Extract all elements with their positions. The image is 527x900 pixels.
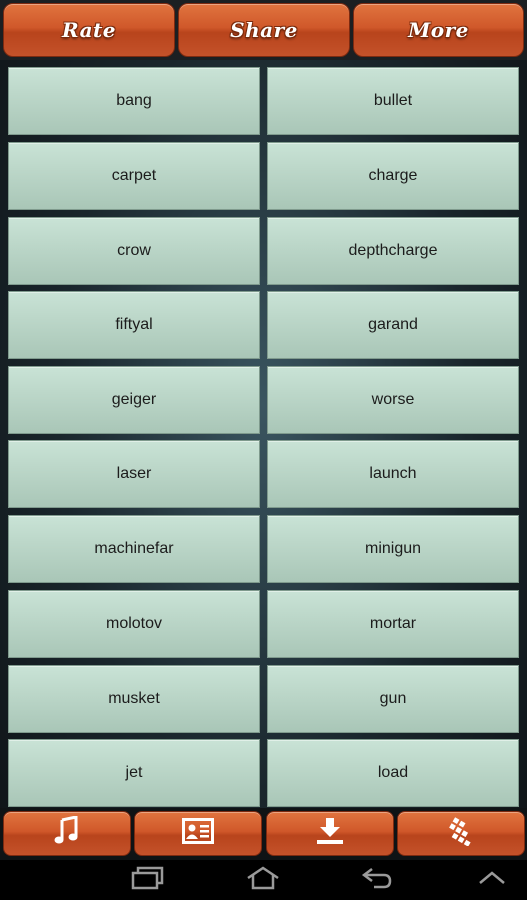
apps-icon [445,816,477,851]
sound-button[interactable]: worse [267,366,519,434]
sound-button[interactable]: gun [267,665,519,733]
sound-button[interactable]: geiger [8,366,260,434]
sound-button[interactable]: mortar [267,590,519,658]
top-toolbar: Rate Share More [0,0,527,60]
sound-button[interactable]: carpet [8,142,260,210]
sound-button[interactable]: load [267,739,519,807]
sound-button[interactable]: laser [8,440,260,508]
back-button[interactable] [347,864,407,896]
contact-button[interactable] [134,811,262,856]
home-button[interactable] [233,864,293,896]
download-button[interactable] [266,811,394,856]
more-button[interactable]: More [353,3,524,57]
menu-up-button[interactable] [462,864,522,896]
home-icon [245,865,281,895]
rate-button[interactable]: Rate [3,3,175,57]
sound-button[interactable]: fiftyal [8,291,260,359]
sound-button[interactable]: bullet [267,67,519,135]
recent-apps-icon [131,866,165,895]
music-note-icon [54,815,80,851]
back-icon [360,866,394,895]
menu-up-icon [477,868,507,893]
recent-apps-button[interactable] [118,864,178,896]
system-navigation-bar [0,860,527,900]
sound-button[interactable]: launch [267,440,519,508]
bottom-toolbar [0,808,527,860]
rate-button-label: Rate [61,18,116,42]
more-button-label: More [408,18,469,42]
sound-button[interactable]: depthcharge [267,217,519,285]
sound-button[interactable]: machinefar [8,515,260,583]
sound-button[interactable]: minigun [267,515,519,583]
apps-button[interactable] [397,811,525,856]
sound-button[interactable]: crow [8,217,260,285]
contact-card-icon [182,818,214,849]
share-button-label: Share [230,18,298,42]
sound-button[interactable]: molotov [8,590,260,658]
music-button[interactable] [3,811,131,856]
download-icon [315,816,345,851]
sound-button[interactable]: jet [8,739,260,807]
sound-button[interactable]: garand [267,291,519,359]
sound-button[interactable]: charge [267,142,519,210]
sound-button[interactable]: bang [8,67,260,135]
sound-button[interactable]: musket [8,665,260,733]
share-button[interactable]: Share [178,3,350,57]
sound-grid: bang bullet carpet charge crow depthchar… [0,60,527,808]
